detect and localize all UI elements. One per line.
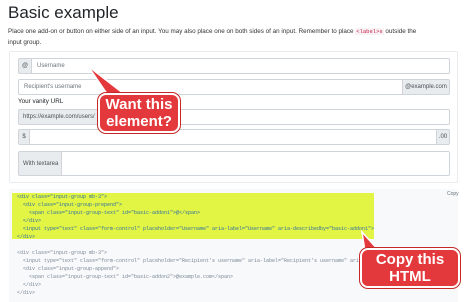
want-element-callout: Want this element? [98, 93, 180, 133]
copy-html-callout: Copy this HTML [360, 248, 460, 288]
